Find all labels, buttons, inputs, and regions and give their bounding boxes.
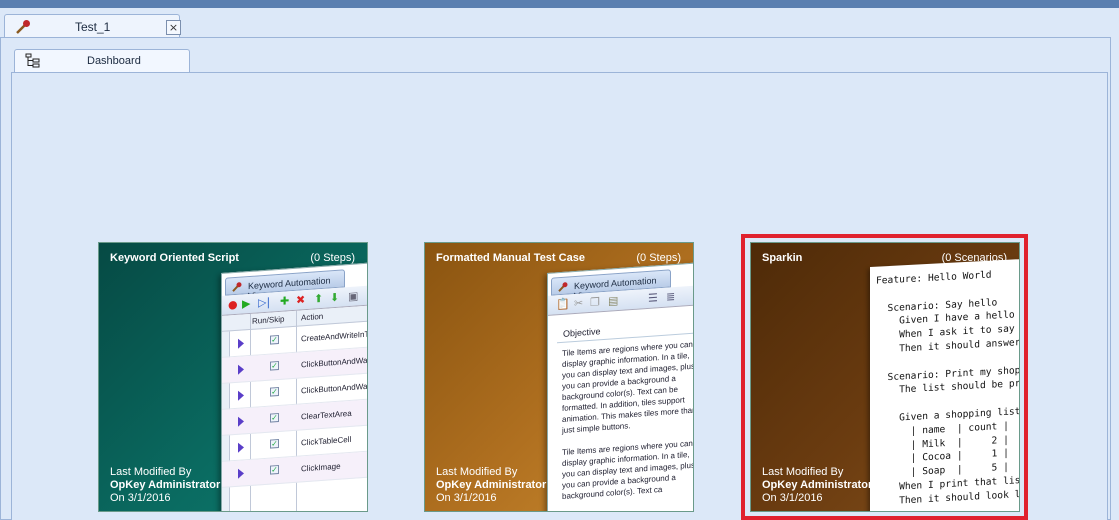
selection-highlight (741, 234, 1028, 520)
paste-icon: ▤ (608, 294, 619, 308)
column-action: Action (301, 311, 324, 323)
save-icon: ▣ (348, 289, 359, 304)
checkbox-icon: ✓ (270, 438, 279, 449)
move-up-icon: ⬆ (314, 291, 324, 306)
objective-paragraph: Tile Items are regions where you can dis… (562, 339, 694, 435)
checkbox-icon: ✓ (270, 386, 279, 397)
copy-icon: ❐ (590, 295, 600, 309)
list-icon: ☰ (648, 291, 658, 305)
last-modified-label: Last Modified By (436, 466, 518, 478)
objective-paragraph: Tile Items are regions where you can dis… (562, 438, 694, 501)
play-icon (238, 442, 244, 453)
last-modified-label: Last Modified By (110, 466, 192, 478)
tile-title: Formatted Manual Test Case (436, 252, 585, 264)
add-icon: ✚ (280, 294, 290, 308)
test-case-icon (16, 20, 30, 34)
numbered-list-icon: ≣ (666, 290, 676, 304)
close-icon[interactable]: × (166, 20, 181, 35)
checkbox-icon: ✓ (270, 334, 279, 345)
action-cell: ClickButtonAndWai (301, 355, 368, 370)
action-cell: ClickButtonAndWai (301, 381, 368, 396)
play-icon (238, 338, 244, 349)
checkbox-icon: ✓ (270, 464, 279, 475)
tile-title: Keyword Oriented Script (110, 252, 239, 264)
keyword-view-preview: Keyword Automation View ● ▶ ▷| ✚ ✖ ⬆ ⬇ ▣… (221, 261, 368, 511)
step-icon: ▷| (258, 295, 271, 310)
checkbox-icon: ✓ (270, 360, 279, 371)
column-run-skip: Run/Skip (252, 314, 285, 326)
play-icon (238, 364, 244, 375)
checkbox-icon: ✓ (270, 412, 279, 423)
delete-icon: ✖ (296, 293, 306, 307)
tab-dashboard[interactable]: Dashboard (14, 49, 190, 73)
action-cell: ClickImage (301, 461, 341, 474)
tile-step-count: (0 Steps) (636, 252, 681, 264)
action-cell: ClickTableCell (301, 434, 352, 448)
action-cell: CreateAndWriteInT (301, 329, 368, 344)
window-top-bar (0, 0, 1119, 8)
last-modified-date: On 3/1/2016 (436, 492, 497, 504)
cut-icon: ✂ (574, 296, 584, 311)
tile-step-count: (0 Steps) (310, 252, 355, 264)
tile-keyword-oriented-script[interactable]: Keyword Automation View ● ▶ ▷| ✚ ✖ ⬆ ⬇ ▣… (98, 242, 368, 512)
stop-icon: ● (228, 297, 238, 312)
tab-title: Dashboard (87, 55, 141, 67)
last-modified-by: OpKey Administrator (436, 479, 547, 491)
window-icon (232, 282, 242, 292)
tab-title: Test_1 (75, 20, 111, 34)
action-cell: ClearTextArea (301, 408, 352, 422)
move-down-icon: ⬇ (330, 290, 340, 305)
paste-icon: 📋 (556, 297, 570, 312)
tile-formatted-manual-test-case[interactable]: Keyword Automation View 📋 ✂ ❐ ▤ ☰ ≣ Obje… (424, 242, 694, 512)
window-icon (558, 282, 568, 292)
play-icon (238, 416, 244, 427)
objective-text: Tile Items are regions where you can dis… (562, 338, 694, 502)
tile-footer: Last Modified By OpKey Administrator On … (436, 466, 546, 505)
play-icon: ▶ (242, 296, 251, 311)
play-icon (238, 468, 244, 479)
tile-footer: Last Modified By OpKey Administrator On … (110, 466, 220, 505)
last-modified-by: OpKey Administrator (110, 479, 221, 491)
manual-test-preview: Keyword Automation View 📋 ✂ ❐ ▤ ☰ ≣ Obje… (547, 261, 694, 511)
dashboard-tree-icon (25, 53, 40, 68)
play-icon (238, 390, 244, 401)
last-modified-date: On 3/1/2016 (110, 492, 171, 504)
